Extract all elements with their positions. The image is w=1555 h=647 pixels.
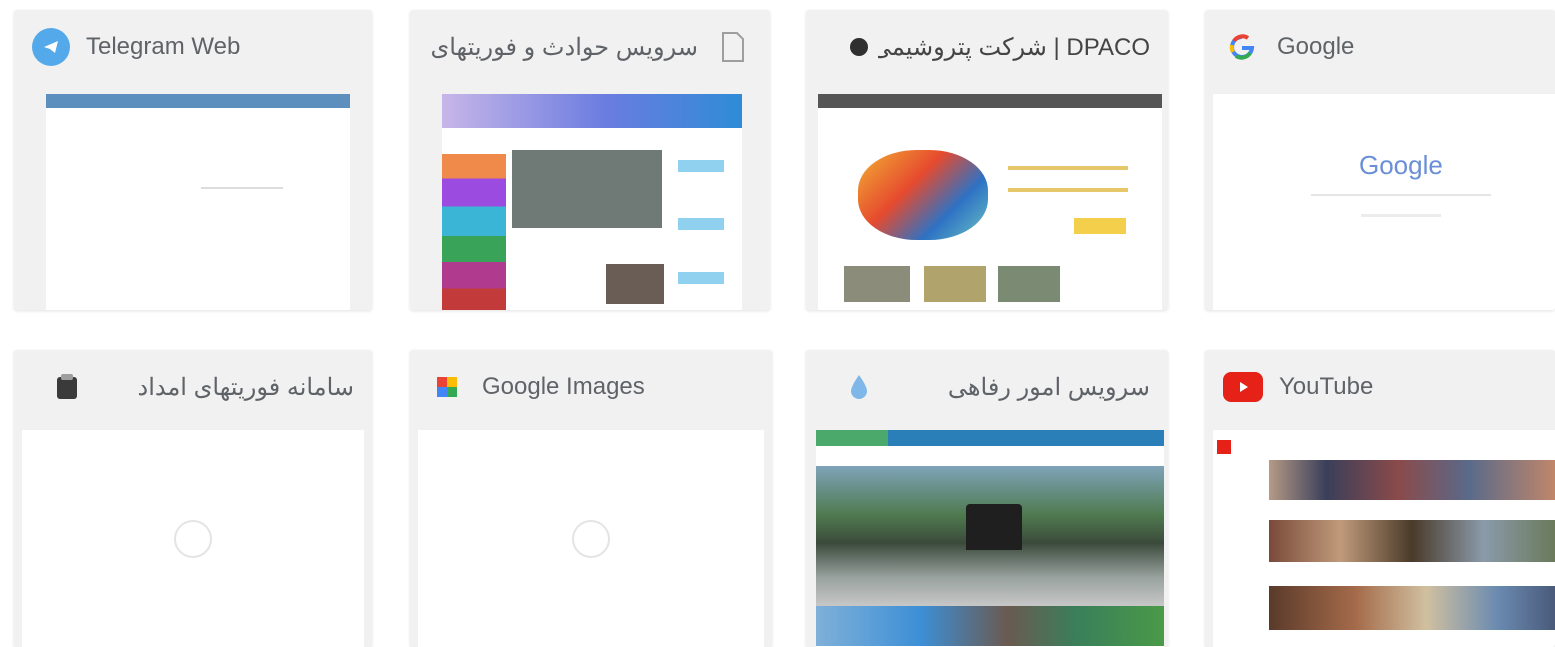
page-icon [714,28,752,66]
tile-title: YouTube [1279,373,1374,400]
tile-header: Telegram Web [14,10,372,84]
tile-title: Google [1277,33,1355,60]
tile-title: DPACO | شرکت پتروشیمی [878,33,1150,61]
loading-spinner-icon [572,519,610,558]
tile-header: سرویس امور رفاهی [806,350,1168,424]
dpaco-icon [840,28,878,66]
loading-spinner-icon [174,519,212,558]
tile-header: سامانه فوریتهای امداد [14,350,372,424]
tile-news-site[interactable]: سرویس حوادث و فوریتهای [410,10,770,310]
drop-icon [840,368,878,406]
youtube-icon [1223,372,1263,402]
tile-telegram[interactable]: Telegram Web [14,10,372,310]
tile-header: Google [1205,10,1555,84]
tile-header: DPACO | شرکت پتروشیمی [806,10,1168,84]
google-icon [1223,28,1261,66]
tile-google[interactable]: Google Google [1205,10,1555,310]
tile-thumbnail [1213,430,1555,647]
tile-title: سرویس امور رفاهی [947,373,1150,401]
tile-rtl-portal[interactable]: سرویس امور رفاهی [806,350,1168,647]
telegram-icon [32,28,70,66]
tile-title: Telegram Web [86,33,241,60]
tile-title: سرویس حوادث و فوریتهای [430,33,698,61]
google-images-icon [428,368,466,406]
tile-title: Google Images [482,373,645,400]
tile-thumbnail [818,94,1162,310]
tile-thumbnail [22,430,364,647]
tile-header: YouTube [1205,350,1555,424]
tile-thumbnail: Google [1213,94,1555,310]
tile-thumbnail [418,430,764,647]
tile-youtube[interactable]: YouTube [1205,350,1555,647]
tile-dpaco[interactable]: DPACO | شرکت پتروشیمی [806,10,1168,310]
tile-header: Google Images [410,350,772,424]
tile-thumbnail [816,430,1164,647]
tile-header: سرویس حوادث و فوریتهای [410,10,770,84]
tile-thumbnail [442,94,742,310]
google-logo: Google [1359,150,1443,180]
tile-rtl-site[interactable]: سامانه فوریتهای امداد [14,350,372,647]
tile-thumbnail [46,94,350,310]
tile-title: سامانه فوریتهای امداد [137,373,355,401]
tile-google-images[interactable]: Google Images [410,350,772,647]
site-icon [48,368,86,406]
